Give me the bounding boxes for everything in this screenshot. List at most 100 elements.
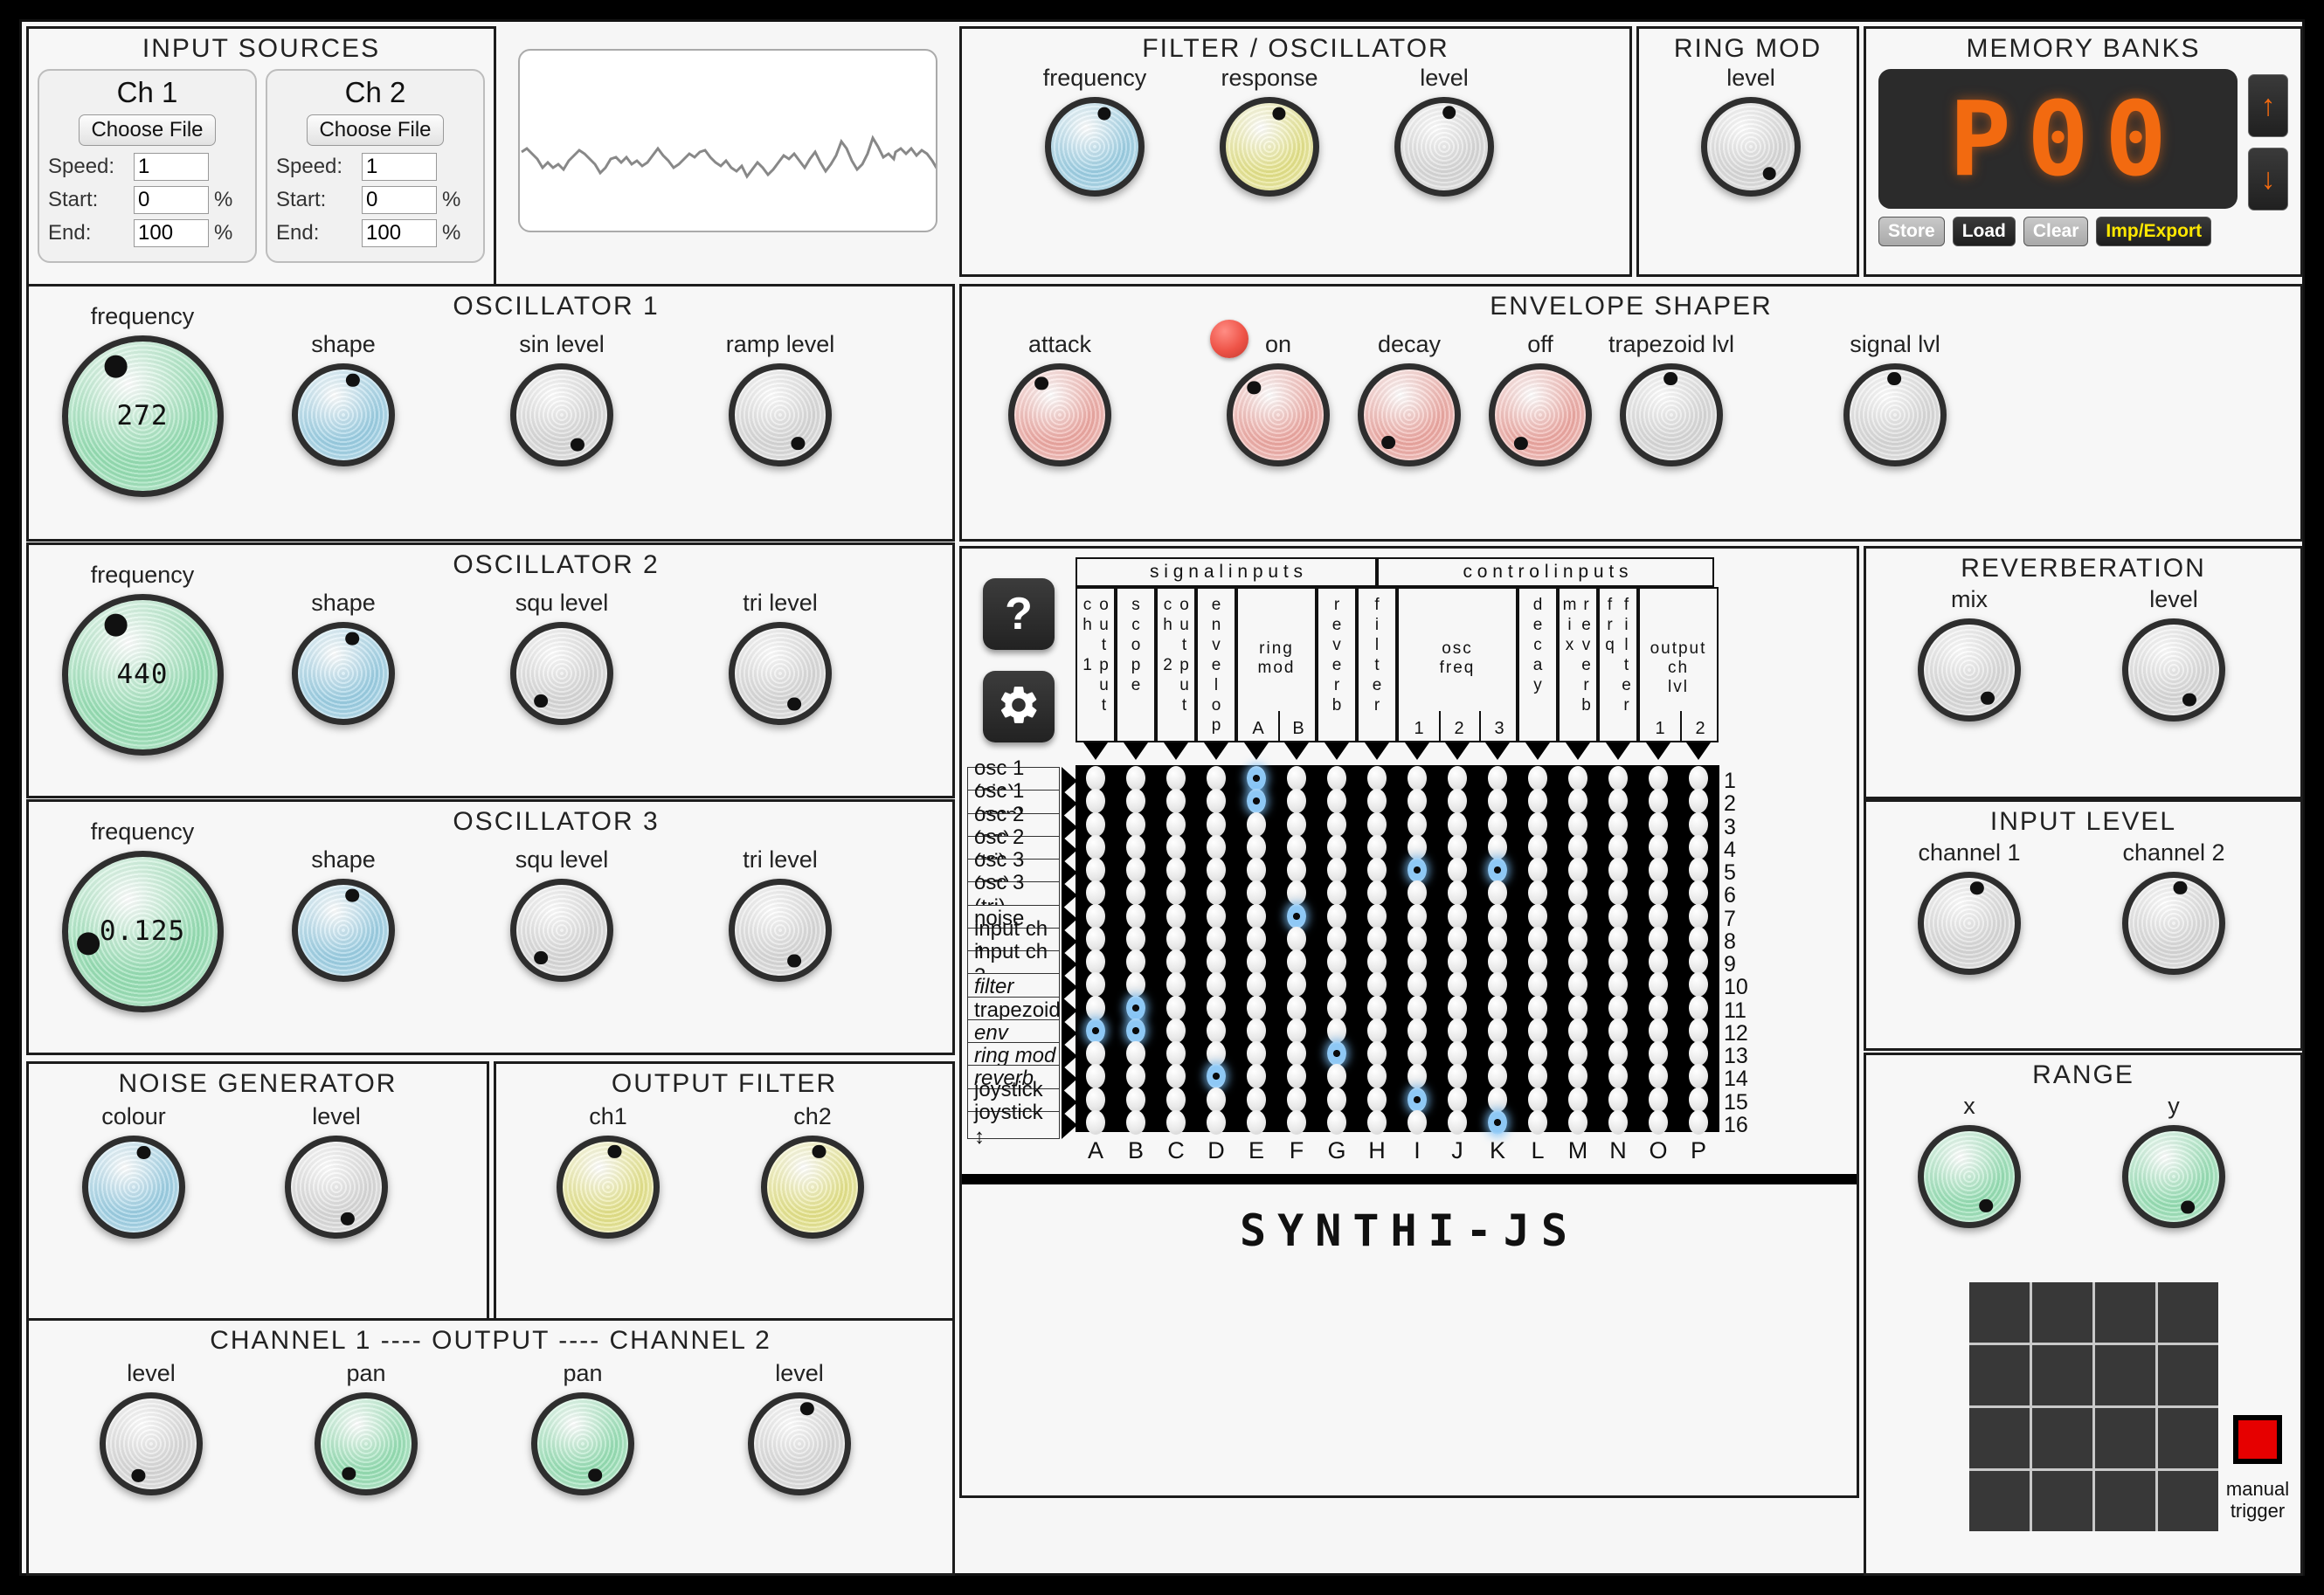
knob-osc3-tri-level[interactable]: tri level: [702, 846, 859, 982]
choose-file-button-ch1[interactable]: Choose File: [79, 114, 216, 146]
matrix-pin[interactable]: [1207, 811, 1226, 837]
matrix-pin[interactable]: [1689, 995, 1708, 1020]
knob-dial-osc1-ramp-level[interactable]: [729, 362, 832, 466]
knob-dial-outfilter-ch2[interactable]: [761, 1135, 864, 1239]
joystick-cell[interactable]: [2095, 1408, 2155, 1468]
matrix-pin[interactable]: [1408, 972, 1427, 998]
matrix-pin[interactable]: [1608, 972, 1628, 998]
knob-dial-env-attack[interactable]: [1008, 362, 1111, 466]
knob-reverb-mix[interactable]: mix: [1891, 586, 2048, 722]
joystick-cell[interactable]: [2158, 1408, 2218, 1468]
matrix-pin[interactable]: [1367, 903, 1387, 929]
matrix-pin[interactable]: [1126, 1109, 1145, 1135]
matrix-pin[interactable]: [1086, 949, 1105, 974]
matrix-pin[interactable]: [1327, 789, 1346, 814]
matrix-pin[interactable]: [1367, 858, 1387, 882]
settings-button[interactable]: [983, 671, 1055, 742]
knob-filter-level[interactable]: level: [1366, 65, 1523, 197]
matrix-pin[interactable]: [1247, 926, 1266, 951]
matrix-pin[interactable]: [1166, 858, 1186, 882]
matrix-pin[interactable]: [1166, 766, 1186, 791]
matrix-pin[interactable]: [1608, 995, 1628, 1020]
matrix-pin[interactable]: [1086, 926, 1105, 951]
load-button[interactable]: Load: [1952, 217, 2016, 246]
knob-dial-osc2-tri-level[interactable]: [729, 621, 832, 725]
matrix-pin[interactable]: [1126, 766, 1145, 791]
matrix-pin[interactable]: [1367, 1064, 1387, 1089]
matrix-pin[interactable]: [1327, 995, 1346, 1020]
knob-noise-level[interactable]: level: [258, 1103, 415, 1239]
end-input-ch1[interactable]: [134, 219, 209, 247]
matrix-pin[interactable]: [1448, 880, 1467, 906]
knob-dial-filter-response[interactable]: [1220, 96, 1319, 197]
knob-env-signal-lvl[interactable]: signal lvl: [1816, 331, 1974, 466]
knob-dial-noise-colour[interactable]: [82, 1135, 185, 1239]
matrix-pin[interactable]: [1367, 995, 1387, 1020]
matrix-pin[interactable]: [1327, 1041, 1346, 1066]
matrix-pin[interactable]: [1207, 858, 1226, 882]
knob-ringmod-level[interactable]: level: [1672, 65, 1829, 197]
matrix-pin[interactable]: [1126, 1087, 1145, 1112]
matrix-pin[interactable]: [1086, 880, 1105, 906]
matrix-pin[interactable]: [1488, 858, 1507, 882]
matrix-pin[interactable]: [1649, 1018, 1668, 1043]
matrix-pin[interactable]: [1448, 1109, 1467, 1135]
matrix-pin[interactable]: [1649, 1041, 1668, 1066]
matrix-pin[interactable]: [1247, 1041, 1266, 1066]
matrix-pin[interactable]: [1327, 972, 1346, 998]
matrix-pin[interactable]: [1327, 1087, 1346, 1112]
matrix-pin[interactable]: [1166, 995, 1186, 1020]
knob-dial-reverb-level[interactable]: [2122, 618, 2225, 722]
matrix-pin[interactable]: [1568, 926, 1587, 951]
matrix-pin[interactable]: [1488, 1087, 1507, 1112]
matrix-pin[interactable]: [1126, 926, 1145, 951]
matrix-pin[interactable]: [1247, 949, 1266, 974]
matrix-pin[interactable]: [1408, 880, 1427, 906]
matrix-pin[interactable]: [1448, 926, 1467, 951]
knob-reverb-level[interactable]: level: [2095, 586, 2252, 722]
matrix-pin[interactable]: [1207, 766, 1226, 791]
matrix-pin[interactable]: [1608, 834, 1628, 860]
knob-out-ch2-pan[interactable]: pan: [504, 1360, 661, 1495]
matrix-pin[interactable]: [1207, 789, 1226, 814]
matrix-pin[interactable]: [1568, 858, 1587, 882]
matrix-pin[interactable]: [1327, 880, 1346, 906]
memory-bank-up-button[interactable]: ↑: [2248, 74, 2288, 137]
knob-input-level-ch2[interactable]: channel 2: [2095, 839, 2252, 975]
matrix-pin[interactable]: [1287, 811, 1306, 837]
matrix-pin[interactable]: [1408, 1041, 1427, 1066]
knob-osc3-squ-level[interactable]: squ level: [483, 846, 640, 982]
matrix-pin[interactable]: [1247, 1109, 1266, 1135]
knob-dial-osc3-frequency[interactable]: 0.125: [61, 850, 224, 1012]
matrix-pin[interactable]: [1568, 1109, 1587, 1135]
matrix-pin[interactable]: [1448, 858, 1467, 882]
matrix-pin[interactable]: [1408, 1087, 1427, 1112]
matrix-pin[interactable]: [1367, 766, 1387, 791]
matrix-pin[interactable]: [1327, 811, 1346, 837]
joystick-cell[interactable]: [2158, 1282, 2218, 1343]
matrix-pin[interactable]: [1126, 880, 1145, 906]
matrix-pin[interactable]: [1488, 766, 1507, 791]
matrix-pin[interactable]: [1367, 1087, 1387, 1112]
joystick-cell[interactable]: [1969, 1471, 2030, 1531]
matrix-pin[interactable]: [1287, 858, 1306, 882]
speed-input-ch1[interactable]: [134, 153, 209, 181]
matrix-pin[interactable]: [1528, 1064, 1547, 1089]
matrix-pin[interactable]: [1287, 880, 1306, 906]
knob-dial-noise-level[interactable]: [285, 1135, 388, 1239]
matrix-pin[interactable]: [1086, 811, 1105, 837]
knob-out-ch2-level[interactable]: level: [721, 1360, 878, 1495]
matrix-pin[interactable]: [1568, 995, 1587, 1020]
matrix-pin[interactable]: [1689, 880, 1708, 906]
matrix-pin[interactable]: [1689, 1018, 1708, 1043]
knob-dial-osc1-frequency[interactable]: 272: [61, 335, 224, 497]
matrix-pin-grid[interactable]: [1076, 765, 1719, 1135]
knob-dial-out-ch1-pan[interactable]: [315, 1391, 418, 1495]
knob-input-level-ch1[interactable]: channel 1: [1891, 839, 2048, 975]
matrix-pin[interactable]: [1126, 789, 1145, 814]
matrix-pin[interactable]: [1488, 972, 1507, 998]
knob-osc2-shape[interactable]: shape: [265, 590, 422, 725]
matrix-pin[interactable]: [1448, 972, 1467, 998]
matrix-pin[interactable]: [1448, 811, 1467, 837]
matrix-pin[interactable]: [1408, 949, 1427, 974]
